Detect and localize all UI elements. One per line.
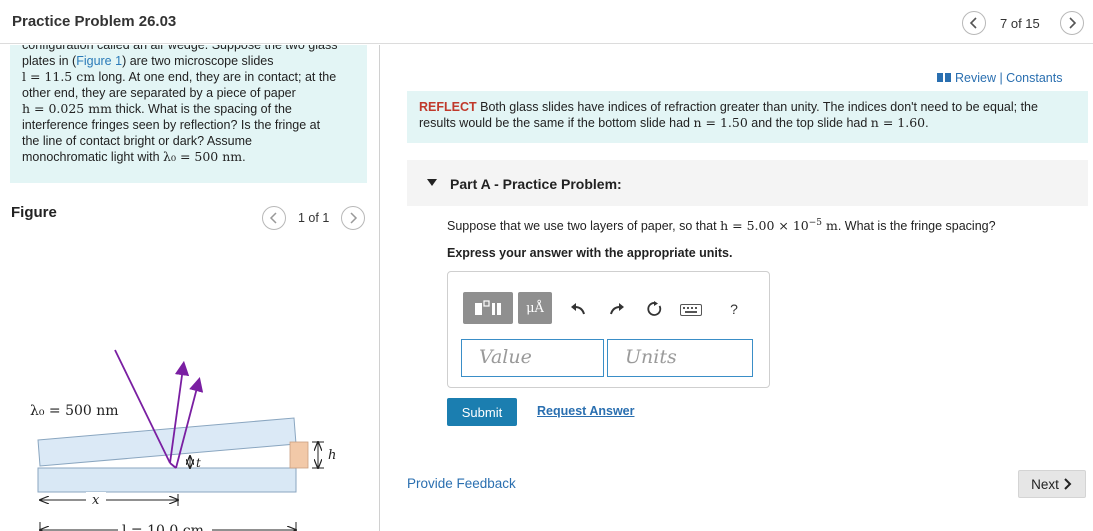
undo-button[interactable] [567,298,589,320]
left-panel: configuration called an air wedge. Suppo… [0,45,380,531]
index-expression-2: n = 1.60 [870,115,926,130]
figure-link[interactable]: Figure 1 [76,54,122,68]
problem-text: ) are two microscope slides [122,54,274,68]
next-question-button[interactable] [1060,11,1084,35]
l-label: l = 10.0 cm [122,523,204,531]
reflect-text: Both glass slides have indices of refrac… [476,100,1038,114]
previous-question-button[interactable] [962,11,986,35]
question-suffix: . What is the fringe spacing? [837,219,996,234]
question-counter: 7 of 15 [1000,16,1040,31]
undo-icon [571,303,585,315]
reflect-text: . [925,116,929,130]
next-label: Next [1031,476,1059,492]
length-expression: l = 11.5 cm [22,69,96,84]
paper-spacer [289,441,309,469]
lambda-label: λ₀ = 500 nm [30,403,119,419]
problem-text: plates in ( [22,54,77,68]
figure-heading: Figure [11,204,57,221]
figure-previous-button[interactable] [262,206,286,230]
book-icon [937,73,951,82]
figure-counter: 1 of 1 [298,211,330,225]
problem-text: . [242,150,246,164]
submit-button[interactable]: Submit [447,398,517,426]
keyboard-icon [680,304,702,316]
collapse-triangle-icon[interactable] [427,179,437,186]
refracted-ray [169,462,177,469]
chevron-left-icon [269,212,277,224]
templates-button[interactable] [463,292,513,324]
units-placeholder: Units [625,346,677,368]
x-label: x [92,493,100,508]
part-a-title: Part A - Practice Problem: [450,176,622,192]
review-constants-label: Review | Constants [955,71,1063,85]
units-button[interactable]: μÅ [518,292,552,324]
review-constants-link[interactable]: Review | Constants [937,71,1062,85]
page-title: Practice Problem 26.03 [12,13,177,30]
air-wedge-diagram: t h λ₀ = 500 nm x l = 10.0 cm [30,349,336,531]
reflect-keyword: REFLECT [419,100,477,114]
problem-statement: configuration called an air wedge. Suppo… [10,45,367,183]
reset-button[interactable] [644,298,666,320]
h-unit: m [822,218,838,234]
height-expression: h = 0.025 mm [22,101,112,116]
problem-text: other end, they are separated by a piece… [22,86,296,100]
problem-text: thick. What is the spacing of the [111,102,292,116]
chevron-left-icon [969,17,977,29]
chevron-right-icon [1069,17,1077,29]
reflect-text: results would be the same if the bottom … [419,116,694,130]
answer-instructions: Express your answer with the appropriate… [447,246,733,260]
question-text: Suppose that we use two layers of paper,… [447,218,996,233]
chevron-right-icon [350,212,358,224]
problem-cut-line: configuration called an air wedge. Suppo… [22,45,338,52]
h-label: h [328,448,336,463]
keyboard-button[interactable] [680,299,702,321]
problem-text: the line of contact bright or dark? Assu… [22,134,252,148]
help-icon: ? [730,301,738,317]
problem-text: long. At one end, they are in contact; a… [95,70,337,84]
part-a-header[interactable]: Part A - Practice Problem: [407,160,1088,206]
h-value-expression: h = 5.00 × 10 [720,218,809,234]
answer-box: μÅ ? Value Units [447,271,770,388]
problem-text: interference fringes seen by reflection?… [22,118,321,132]
figure-next-button[interactable] [341,206,365,230]
index-expression-1: n = 1.50 [693,115,748,130]
t-label: t [196,456,201,470]
reset-icon [647,301,662,316]
bottom-glass-slide [37,467,297,493]
value-input[interactable]: Value [461,339,604,377]
chevron-right-icon [1064,478,1072,490]
redo-button[interactable] [606,298,628,320]
help-button[interactable]: ? [723,298,745,320]
h-exponent: −5 [808,218,823,228]
provide-feedback-link[interactable]: Provide Feedback [407,476,516,491]
reflect-text: and the top slide had [747,116,871,130]
request-answer-link[interactable]: Request Answer [537,404,634,418]
next-button[interactable]: Next [1018,470,1086,498]
header-bar: Practice Problem 26.03 7 of 15 [0,0,1093,44]
wavelength-expression: λ₀ = 500 nm [163,149,243,164]
units-input[interactable]: Units [607,339,753,377]
problem-text: monochromatic light with [22,150,164,164]
value-placeholder: Value [479,346,532,368]
question-prefix: Suppose that we use two layers of paper,… [447,219,721,234]
template-icon [475,300,501,315]
redo-icon [610,303,624,315]
units-icon: μÅ [526,300,544,316]
reflect-note: REFLECT Both glass slides have indices o… [407,91,1088,143]
